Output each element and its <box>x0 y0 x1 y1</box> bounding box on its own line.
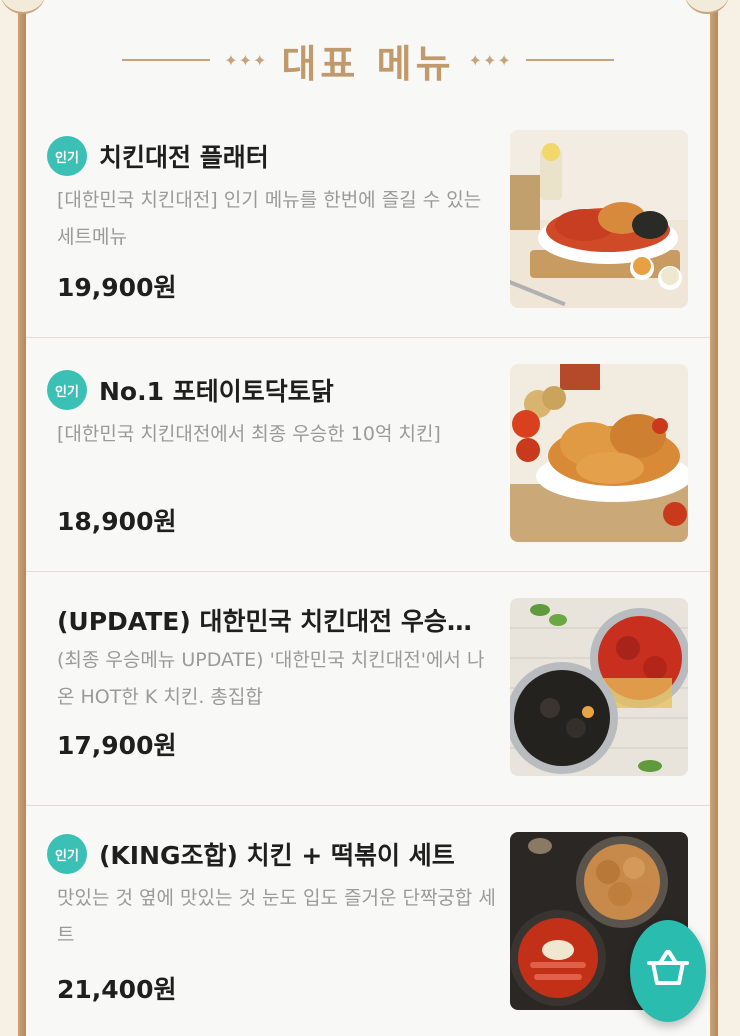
menu-item-title: (KING조합) 치킨 + 떡볶이 세트 <box>99 841 455 870</box>
menu-item-title: 치킨대전 플래터 <box>99 143 269 172</box>
menu-item[interactable]: 인기 (KING조합) 치킨 + 떡볶이 세트 맛있는 것 옆에 맛있는 것 눈… <box>26 806 710 1036</box>
right-divider-line <box>525 59 614 61</box>
section-header: ✦✦✦ 대표 메뉴 ✦✦✦ <box>26 30 710 90</box>
menu-item-photo <box>510 130 688 308</box>
left-ornament: ✦✦✦ <box>224 50 268 70</box>
shopping-basket-icon <box>645 949 691 993</box>
popular-badge: 인기 <box>47 370 87 410</box>
menu-item[interactable]: (UPDATE) 대한민국 치킨대전 우승… (최종 우승메뉴 UPDATE) … <box>26 572 710 806</box>
section-title: 대표 메뉴 <box>281 41 455 86</box>
popular-badge: 인기 <box>47 834 87 874</box>
menu-item-photo <box>510 598 688 776</box>
menu-item[interactable]: 인기 치킨대전 플래터 [대한민국 치킨대전] 인기 메뉴를 한번에 즐길 수 … <box>26 102 710 338</box>
menu-item-price: 21,400원 <box>57 975 177 1004</box>
menu-item-price: 17,900원 <box>57 731 177 760</box>
cart-button[interactable] <box>630 920 706 1022</box>
menu-item-description: [대한민국 치킨대전에서 최종 우승한 10억 치킨] <box>57 423 441 445</box>
menu-item-title: (UPDATE) 대한민국 치킨대전 우승… <box>57 607 472 636</box>
menu-item-price: 18,900원 <box>57 507 177 536</box>
menu-item-title: No.1 포테이토닥토닭 <box>99 377 334 406</box>
left-divider-line <box>122 59 211 61</box>
menu-item-description: 맛있는 것 옆에 맛있는 것 눈도 입도 즐거운 단짝궁합 세트 <box>57 887 496 946</box>
menu-list: 인기 치킨대전 플래터 [대한민국 치킨대전] 인기 메뉴를 한번에 즐길 수 … <box>26 102 710 1036</box>
menu-item-price: 19,900원 <box>57 273 177 302</box>
right-decorative-rail <box>710 0 718 1036</box>
right-ornament: ✦✦✦ <box>468 50 512 70</box>
popular-badge: 인기 <box>47 136 87 176</box>
left-decorative-rail <box>18 0 26 1036</box>
menu-item[interactable]: 인기 No.1 포테이토닥토닭 [대한민국 치킨대전에서 최종 우승한 10억 … <box>26 338 710 572</box>
menu-item-description: (최종 우승메뉴 UPDATE) '대한민국 치킨대전'에서 나온 HOT한 K… <box>57 649 485 708</box>
menu-item-description: [대한민국 치킨대전] 인기 메뉴를 한번에 즐길 수 있는 세트메뉴 <box>57 189 482 248</box>
menu-item-photo <box>510 364 688 542</box>
